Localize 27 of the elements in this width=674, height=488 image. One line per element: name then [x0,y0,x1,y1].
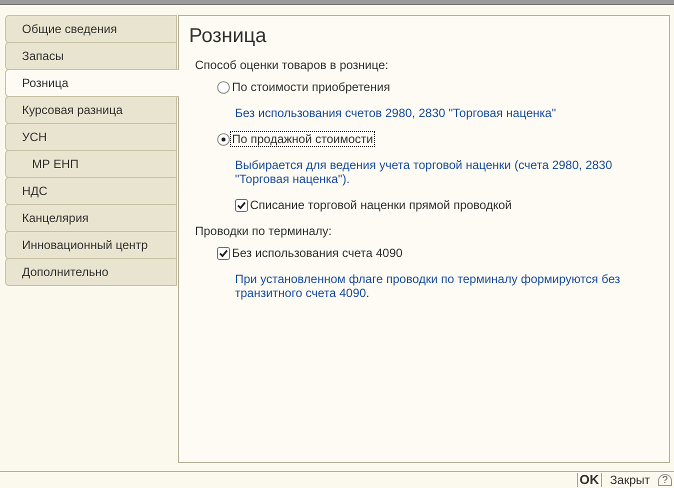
hint-text: Выбирается для ведения учета торговой наценки (счета 2980, 2830 "Торговая наценка"). [235,158,614,186]
hint-text: При установленном флаге проводки по терминалу формируются без транзитного счета 4090. [235,272,622,300]
sidebar-tab[interactable]: Инновационный центр [5,231,177,259]
option-label: По продажной стоимости [231,132,374,146]
section-label: Проводки по терминалу: [195,224,333,238]
radio-button[interactable] [217,80,230,94]
sidebar-tab[interactable]: НДС [5,177,177,205]
option-label: Списание торговой наценки прямой проводкой [249,198,513,212]
option-label: Без использования счета 4090 [231,246,404,260]
checkbox[interactable] [235,198,248,212]
ok-button[interactable]: OK [576,473,602,487]
section-label: Способ оценки товаров в рознице: [195,58,390,72]
close-button[interactable]: Закрыт [610,473,650,487]
sidebar-tab[interactable]: Общие сведения [5,15,177,43]
sidebar-tab[interactable]: Курсовая разница [5,96,177,124]
hint-text: Без использования счетов 2980, 2830 "Торговая наценка" [235,106,557,120]
panel-title: Розница [189,24,268,48]
sidebar-tab[interactable]: МР ЕНП [5,150,177,178]
sidebar-tab[interactable]: Запасы [5,42,177,70]
help-button[interactable]: ? [658,474,672,486]
sidebar-tab[interactable]: УСН [5,123,177,151]
sidebar-tab[interactable]: Дополнительно [5,258,177,286]
option-label: По стоимости приобретения [231,80,392,94]
checkbox[interactable] [217,246,230,260]
radio-button[interactable] [217,132,230,146]
sidebar-tab[interactable]: Розница [5,69,179,97]
sidebar-tab[interactable]: Канцелярия [5,204,177,232]
